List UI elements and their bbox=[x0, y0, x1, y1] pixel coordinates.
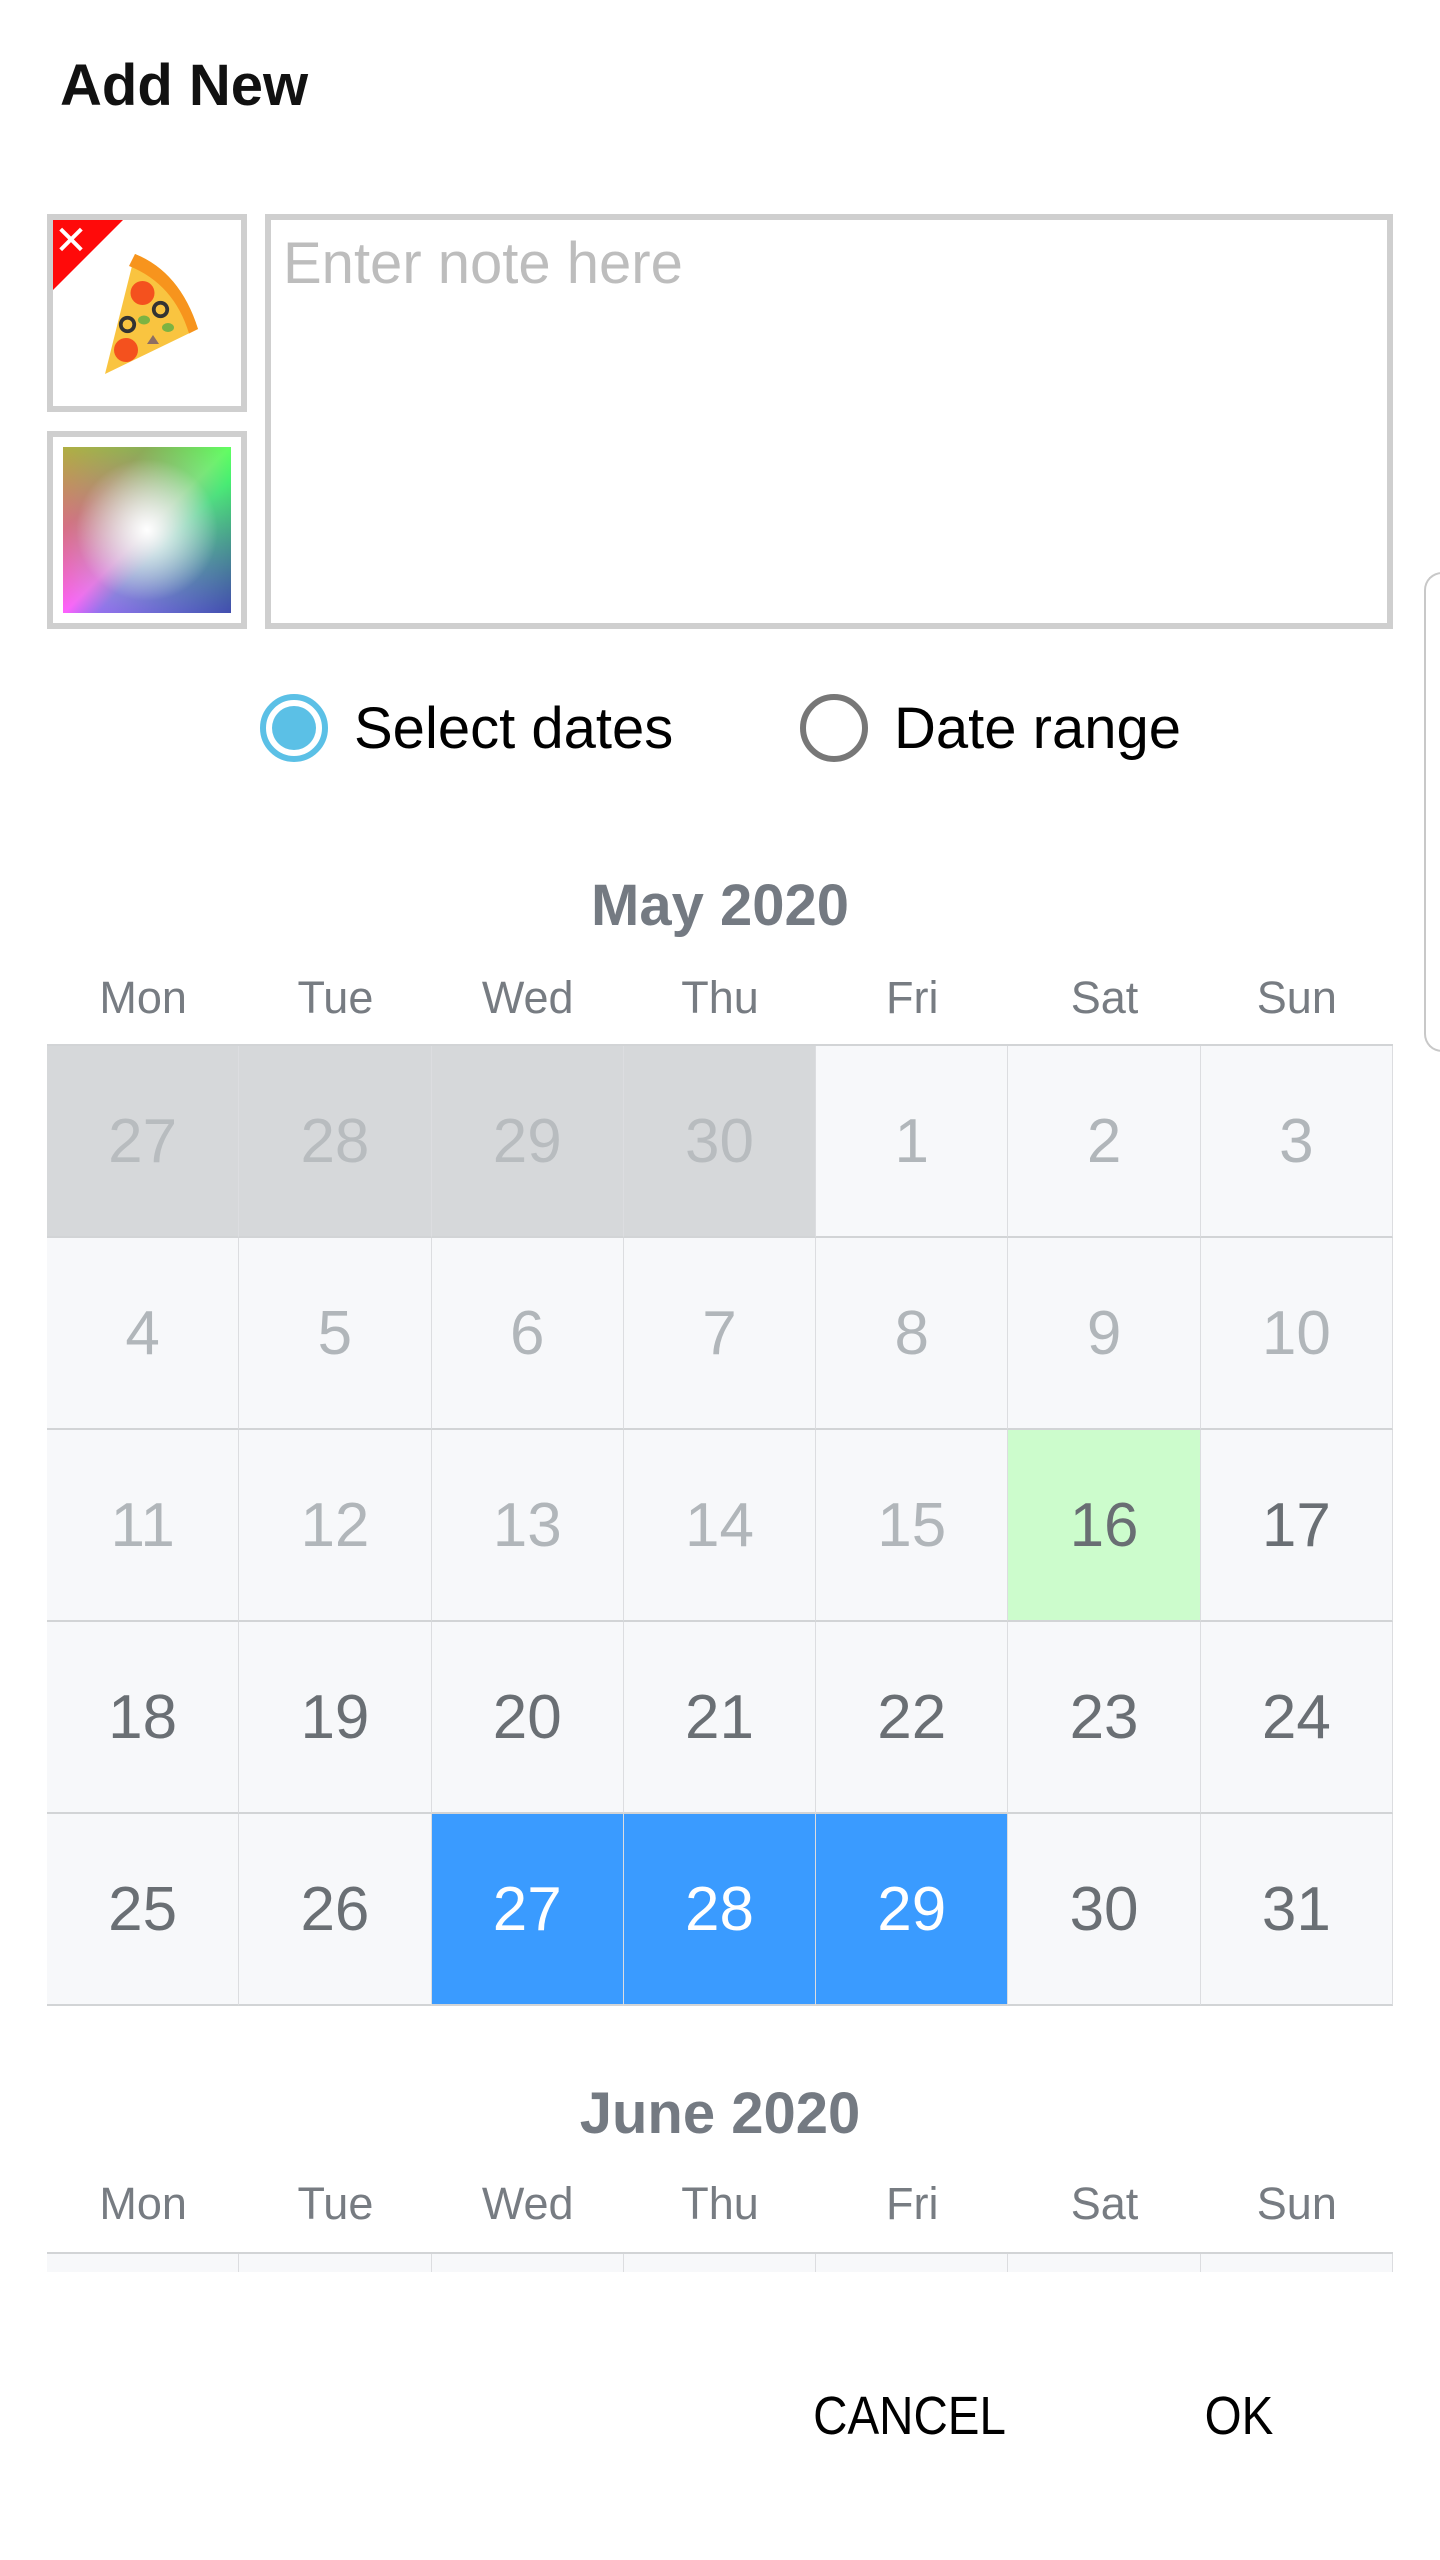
icon-picker[interactable]: ✕ bbox=[47, 214, 247, 412]
day-cell[interactable]: 29 bbox=[431, 1046, 624, 1238]
month-title: May 2020 bbox=[591, 873, 849, 938]
ok-button[interactable]: OK bbox=[1205, 2385, 1274, 2447]
weekday-label: Wed bbox=[481, 2178, 574, 2229]
day-cell[interactable]: 1 bbox=[816, 1046, 1009, 1238]
day-cell[interactable]: 27 bbox=[47, 1046, 240, 1238]
day-cell[interactable]: 30 bbox=[1008, 1814, 1201, 2006]
dialog-title: Add New bbox=[60, 53, 309, 118]
day-cell[interactable]: 19 bbox=[239, 1622, 432, 1814]
weekday-label: Mon bbox=[99, 972, 187, 1023]
radio-label: Date range bbox=[894, 695, 1181, 761]
day-cell[interactable]: 3 bbox=[1200, 1046, 1393, 1238]
weekday-header: Mon Tue Wed Thu Fri Sat Sun bbox=[47, 2178, 1393, 2230]
day-cell[interactable]: 5 bbox=[239, 1238, 432, 1430]
day-cell[interactable]: 28 bbox=[623, 1814, 817, 2006]
weekday-label: Thu bbox=[681, 2178, 759, 2229]
weekday-label: Thu bbox=[681, 972, 759, 1023]
day-cell[interactable]: 29 bbox=[816, 1814, 1009, 2006]
day-cell[interactable]: 9 bbox=[1008, 1238, 1201, 1430]
day-cell[interactable]: 16 bbox=[1008, 1430, 1201, 1622]
radio-checked-icon[interactable] bbox=[260, 694, 328, 762]
radio-select-dates[interactable]: Select dates bbox=[260, 688, 673, 768]
weekday-label: Fri bbox=[886, 2178, 939, 2229]
weekday-label: Sat bbox=[1070, 972, 1139, 1023]
day-cell[interactable]: 13 bbox=[431, 1430, 624, 1622]
day-cell[interactable]: 7 bbox=[623, 1238, 817, 1430]
day-cell[interactable] bbox=[239, 2254, 432, 2272]
weekday-label: Tue bbox=[297, 2178, 374, 2229]
scrollbar[interactable] bbox=[1424, 572, 1440, 1052]
day-cell[interactable]: 26 bbox=[239, 1814, 432, 2006]
day-cell[interactable] bbox=[1008, 2254, 1201, 2272]
calendar-grid-may: 27 28 29 30 1 2 3 4 5 6 7 8 9 10 11 12 13 14 15 16 17 18 19 20 2… bbox=[47, 1044, 1393, 2006]
day-cell[interactable] bbox=[623, 2254, 817, 2272]
day-cell[interactable]: 2 bbox=[1008, 1046, 1201, 1238]
day-cell[interactable]: 6 bbox=[431, 1238, 624, 1430]
weekday-header: Mon Tue Wed Thu Fri Sat Sun bbox=[47, 972, 1393, 1024]
day-cell[interactable] bbox=[431, 2254, 624, 2272]
weekday-label: Sun bbox=[1256, 972, 1337, 1023]
radio-date-range[interactable]: Date range bbox=[800, 688, 1181, 768]
calendar-grid-june bbox=[47, 2252, 1393, 2272]
weekday-label: Mon bbox=[99, 2178, 187, 2229]
day-cell[interactable]: 25 bbox=[47, 1814, 240, 2006]
day-cell[interactable]: 28 bbox=[239, 1046, 432, 1238]
day-cell[interactable]: 8 bbox=[816, 1238, 1009, 1430]
day-cell[interactable]: 22 bbox=[816, 1622, 1009, 1814]
pizza-icon bbox=[105, 254, 198, 374]
day-cell[interactable]: 14 bbox=[623, 1430, 817, 1622]
day-cell[interactable]: 15 bbox=[816, 1430, 1009, 1622]
day-cell[interactable]: 31 bbox=[1200, 1814, 1393, 2006]
day-cell[interactable]: 17 bbox=[1200, 1430, 1393, 1622]
day-cell[interactable] bbox=[47, 2254, 240, 2272]
day-cell[interactable]: 4 bbox=[47, 1238, 240, 1430]
weekday-label: Fri bbox=[886, 972, 939, 1023]
weekday-label: Sat bbox=[1070, 2178, 1139, 2229]
day-cell[interactable] bbox=[816, 2254, 1009, 2272]
day-cell[interactable]: 20 bbox=[431, 1622, 624, 1814]
day-cell[interactable]: 18 bbox=[47, 1622, 240, 1814]
weekday-label: Sun bbox=[1256, 2178, 1337, 2229]
weekday-label: Wed bbox=[481, 972, 574, 1023]
day-cell[interactable]: 24 bbox=[1200, 1622, 1393, 1814]
day-cell[interactable]: 30 bbox=[623, 1046, 817, 1238]
day-cell[interactable]: 27 bbox=[431, 1814, 624, 2006]
day-cell[interactable]: 21 bbox=[623, 1622, 817, 1814]
cancel-button[interactable]: CANCEL bbox=[813, 2385, 1006, 2447]
day-cell[interactable]: 23 bbox=[1008, 1622, 1201, 1814]
day-cell[interactable]: 12 bbox=[239, 1430, 432, 1622]
day-cell[interactable]: 11 bbox=[47, 1430, 240, 1622]
note-input[interactable] bbox=[265, 214, 1393, 629]
day-cell[interactable]: 10 bbox=[1200, 1238, 1393, 1430]
weekday-label: Tue bbox=[297, 972, 374, 1023]
radio-unchecked-icon[interactable] bbox=[800, 694, 868, 762]
color-swatch bbox=[63, 447, 231, 613]
month-title: June 2020 bbox=[579, 2081, 861, 2146]
day-cell[interactable] bbox=[1200, 2254, 1393, 2272]
radio-label: Select dates bbox=[354, 695, 674, 761]
color-picker-button[interactable] bbox=[47, 431, 247, 629]
